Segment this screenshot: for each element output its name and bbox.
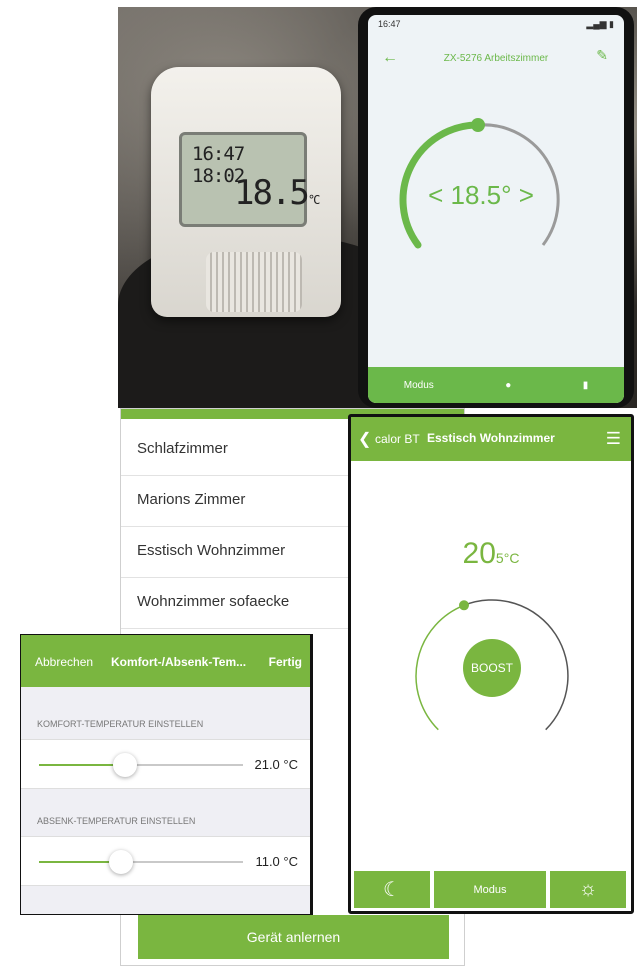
thermostat-device: 16:47 18:02 18.5°C (151, 67, 341, 317)
dial-fill (415, 604, 465, 731)
eco-value: 11.0 °C (255, 854, 298, 869)
phone-nav-home-icon: ● (505, 379, 512, 391)
boost-button[interactable]: BOOST (463, 639, 521, 697)
thermostat-photo: 16:47 18:02 18.5°C 16:47 ▂▄▆ ▮ ← ZX-5276 … (118, 7, 637, 408)
dial-knob[interactable] (459, 600, 469, 611)
phone-nav-doc-icon: ▮ (582, 379, 589, 391)
phone-screen: 16:47 ▂▄▆ ▮ ← ZX-5276 Arbeitszimmer ✎ < 1… (368, 15, 624, 403)
back-label[interactable]: calor BT (375, 432, 420, 446)
moon-icon: ☾ (383, 879, 401, 901)
edit-icon: ✎ (596, 47, 608, 63)
eco-slider[interactable] (39, 850, 243, 874)
comfort-slider-row: 21.0 °C (21, 739, 310, 789)
komfort-absenk-panel: Abbrechen Komfort-/Absenk-Tem... Fertig … (20, 634, 313, 915)
eco-section-label: ABSENK-TEMPERATUR EINSTELLEN (37, 816, 196, 826)
cancel-button[interactable]: Abbrechen (35, 655, 93, 669)
comfort-value: 21.0 °C (254, 757, 298, 772)
thermostat-temperature: 18.5°C (234, 173, 320, 213)
comfort-slider-fill (39, 764, 125, 766)
eco-slider-row: 11.0 °C (21, 836, 310, 886)
comfort-slider[interactable] (39, 753, 243, 777)
phone-device: 16:47 ▂▄▆ ▮ ← ZX-5276 Arbeitszimmer ✎ < 1… (358, 7, 634, 408)
phone-nav-bar: Modus ● ▮ (368, 367, 624, 403)
thermostat-dial (206, 252, 302, 312)
hamburger-menu-icon[interactable]: ☰ (606, 429, 621, 449)
calor-footer: ☾ Modus ☼ (351, 871, 631, 911)
calor-header: ❮ calor BT Esstisch Wohnzimmer ☰ (351, 417, 631, 461)
phone-temperature: < 18.5° > (428, 180, 534, 210)
comfort-section-label: KOMFORT-TEMPERATUR EINSTELLEN (37, 719, 204, 729)
target-temperature: 205°C (462, 537, 520, 570)
eco-slider-thumb[interactable] (108, 850, 133, 874)
comfort-slider-thumb[interactable] (112, 753, 137, 777)
room-title: Esstisch Wohnzimmer (427, 431, 555, 445)
sun-icon: ☼ (578, 878, 598, 900)
chevron-left-icon[interactable]: ❮ (358, 429, 371, 449)
thermostat-display: 16:47 18:02 18.5°C (179, 132, 320, 227)
phone-nav-modus: Modus (403, 379, 434, 391)
learn-device-button[interactable]: Gerät anlernen (138, 915, 449, 959)
komfort-title: Komfort-/Absenk-Tem... (111, 655, 247, 669)
collage: 16:47 18:02 18.5°C 16:47 ▂▄▆ ▮ ← ZX-5276 … (0, 0, 637, 966)
night-mode-button[interactable]: ☾ (354, 871, 430, 908)
phone-status-bar: 16:47 ▂▄▆ ▮ (378, 19, 614, 29)
calor-bt-panel: ❮ calor BT Esstisch Wohnzimmer ☰ 205°C B… (348, 414, 634, 914)
done-button[interactable]: Fertig (269, 655, 302, 669)
komfort-header: Abbrechen Komfort-/Absenk-Tem... Fertig (21, 635, 310, 687)
phone-title: ZX-5276 Arbeitszimmer (443, 53, 549, 64)
day-mode-button[interactable]: ☼ (550, 871, 626, 908)
mode-button[interactable]: Modus (434, 871, 546, 908)
